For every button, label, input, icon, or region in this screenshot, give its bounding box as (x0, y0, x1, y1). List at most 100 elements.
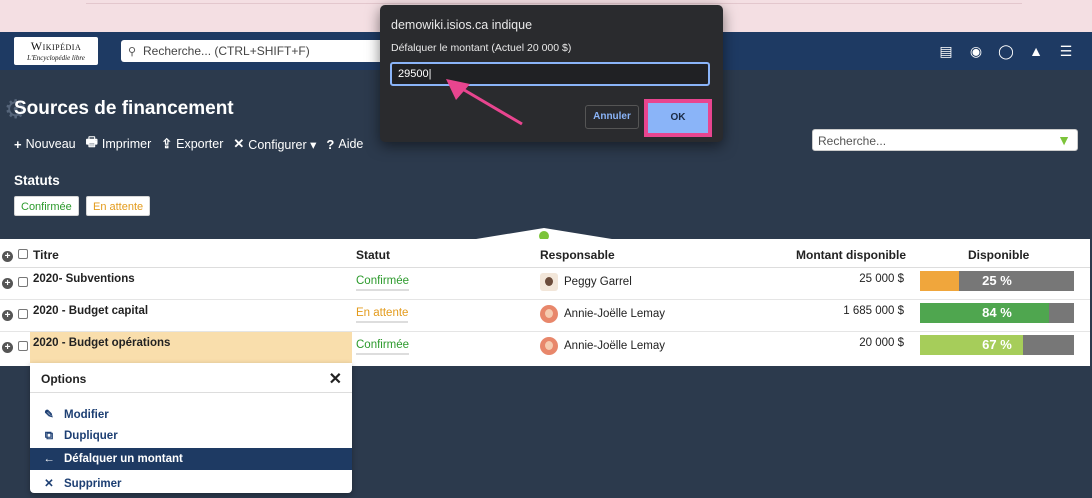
row-checkbox[interactable] (18, 309, 28, 322)
filter-icon[interactable]: ▼ (1057, 132, 1071, 148)
tools-icon: ✕ (233, 136, 245, 151)
option-supprimer[interactable]: ✕ Supprimer (30, 471, 352, 493)
avatar (540, 305, 558, 323)
browser-prompt-dialog: demowiki.isios.ca indique Défalquer le m… (380, 5, 723, 142)
toolbar: + Nouveau 🖶 Imprimer ⇪ Exporter ✕ Configurer… (14, 133, 363, 155)
availability-pct: 25 % (982, 273, 1012, 288)
money-icon[interactable]: ▤ (938, 42, 954, 60)
responsable-name: Peggy Garrel (564, 276, 632, 289)
cancel-button[interactable]: Annuler (585, 105, 639, 129)
new-label: Nouveau (25, 137, 76, 151)
option-label: Modifier (64, 409, 109, 421)
table-row[interactable]: + 2020 - Budget capital En attente Annie… (0, 300, 1090, 332)
print-button[interactable]: 🖶 Imprimer (86, 133, 152, 155)
status-filter-confirmed[interactable]: Confirmée (14, 196, 79, 216)
pencil-icon: ✎ (44, 409, 54, 421)
configure-label: Configurer ▾ (248, 137, 317, 152)
dialog-message: Défalquer le montant (Actuel 20 000 $) (391, 42, 572, 54)
option-label: Défalquer un montant (64, 453, 183, 465)
configure-button[interactable]: ✕ Configurer ▾ (233, 133, 316, 155)
expand-row-icon[interactable]: + (2, 341, 13, 353)
options-title: Options (41, 372, 87, 386)
export-icon: ⇪ (161, 136, 173, 151)
logo-title: Wikipédia (30, 39, 82, 53)
table-search-input[interactable]: Recherche... ▼ (812, 129, 1078, 151)
ok-button[interactable]: OK (644, 99, 712, 137)
printer-icon: 🖶 (85, 134, 98, 149)
wikipedia-logo[interactable]: Wikipédia L'Encyclopédie libre (14, 37, 98, 65)
options-header: Options ✕ (30, 363, 352, 393)
responsable-name: Annie-Joëlle Lemay (564, 340, 666, 353)
help-icon: ? (326, 136, 335, 152)
row-responsable: Peggy Garrel (540, 273, 632, 291)
avatar (540, 337, 558, 355)
row-statut: Confirmée (356, 339, 410, 355)
statuts-heading: Statuts (14, 173, 60, 188)
table-row[interactable]: + 2020- Subventions Confirmée Peggy Garr… (0, 268, 1090, 300)
global-search-placeholder: Recherche... (CTRL+SHIFT+F) (143, 44, 310, 58)
export-button[interactable]: ⇪ Exporter (161, 133, 223, 155)
global-search-input[interactable]: ⚲ Recherche... (CTRL+SHIFT+F) (121, 40, 383, 62)
chat-icon[interactable]: ◯ (998, 42, 1014, 60)
status-filter-pending[interactable]: En attente (86, 196, 151, 216)
row-statut: Confirmée (356, 275, 410, 291)
row-responsable: Annie-Joëlle Lemay (540, 337, 665, 355)
table-search-placeholder: Recherche... (818, 134, 887, 148)
dialog-input-value: 29500 (398, 68, 429, 80)
arrow-left-icon: ← (43, 453, 55, 465)
header-titre[interactable]: Titre (33, 248, 59, 262)
print-label: Imprimer (101, 137, 152, 151)
search-icon: ⚲ (128, 46, 137, 58)
options-popup: Options ✕ ✎ Modifier ⧉ Dupliquer ← Défalque… (30, 363, 352, 493)
header-montant[interactable]: Montant disponible (796, 248, 906, 262)
header-statut[interactable]: Statut (356, 248, 390, 262)
help-button[interactable]: ? Aide (326, 133, 363, 155)
option-label: Dupliquer (64, 430, 118, 442)
availability-bar: 84 % (920, 303, 1074, 323)
dialog-origin: demowiki.isios.ca indique (391, 18, 533, 32)
expand-row-icon[interactable]: + (2, 309, 13, 321)
row-montant: 1 685 000 $ (843, 305, 904, 317)
expand-row-icon[interactable]: + (2, 277, 13, 289)
availability-bar: 67 % (920, 335, 1074, 355)
delete-icon: ✕ (44, 478, 54, 490)
select-all-checkbox[interactable] (18, 248, 28, 262)
row-titre[interactable]: 2020 - Budget opérations (33, 337, 170, 349)
row-responsable: Annie-Joëlle Lemay (540, 305, 665, 323)
piggy-bank-icon[interactable]: ◉ (968, 42, 984, 60)
annotation-arrow (446, 79, 523, 126)
row-statut: En attente (356, 307, 409, 323)
new-button[interactable]: + Nouveau (14, 133, 76, 155)
row-titre[interactable]: 2020 - Budget capital (33, 305, 148, 317)
header-disponible[interactable]: Disponible (968, 248, 1029, 262)
expand-all-icon[interactable]: + (2, 248, 13, 262)
option-dupliquer[interactable]: ⧉ Dupliquer (30, 425, 352, 447)
copy-icon: ⧉ (44, 430, 54, 442)
logo-subtitle: L'Encyclopédie libre (27, 54, 85, 62)
availability-pct: 67 % (982, 337, 1012, 352)
header-responsable[interactable]: Responsable (540, 248, 615, 262)
availability-pct: 84 % (982, 305, 1012, 320)
help-label: Aide (338, 137, 364, 151)
availability-bar: 25 % (920, 271, 1074, 291)
plus-icon: + (14, 136, 22, 152)
menu-icon[interactable]: ☰ (1058, 42, 1074, 60)
row-checkbox[interactable] (18, 277, 28, 290)
close-icon[interactable]: ✕ (329, 369, 342, 389)
row-montant: 20 000 $ (859, 337, 904, 349)
option-defalquer[interactable]: ← Défalquer un montant (30, 448, 352, 470)
navbar-icons: ▤ ◉ ◯ ▲ ☰ (938, 42, 1074, 60)
avatar (540, 273, 558, 291)
dialog-amount-input[interactable]: 29500| (390, 62, 710, 86)
row-titre[interactable]: 2020- Subventions (33, 273, 135, 285)
page-title: Sources de financement (14, 98, 234, 119)
row-montant: 25 000 $ (859, 273, 904, 285)
row-checkbox[interactable] (18, 341, 28, 354)
table-header-row: + Titre Statut Responsable Montant dispo… (0, 239, 1090, 268)
table-row[interactable]: + 2020 - Budget opérations Confirmée Ann… (0, 332, 1090, 364)
option-modifier[interactable]: ✎ Modifier (30, 402, 352, 424)
funding-table: + Titre Statut Responsable Montant dispo… (0, 239, 1090, 366)
bell-icon[interactable]: ▲ (1028, 42, 1044, 60)
export-label: Exporter (176, 137, 224, 151)
option-label: Supprimer (64, 478, 122, 490)
